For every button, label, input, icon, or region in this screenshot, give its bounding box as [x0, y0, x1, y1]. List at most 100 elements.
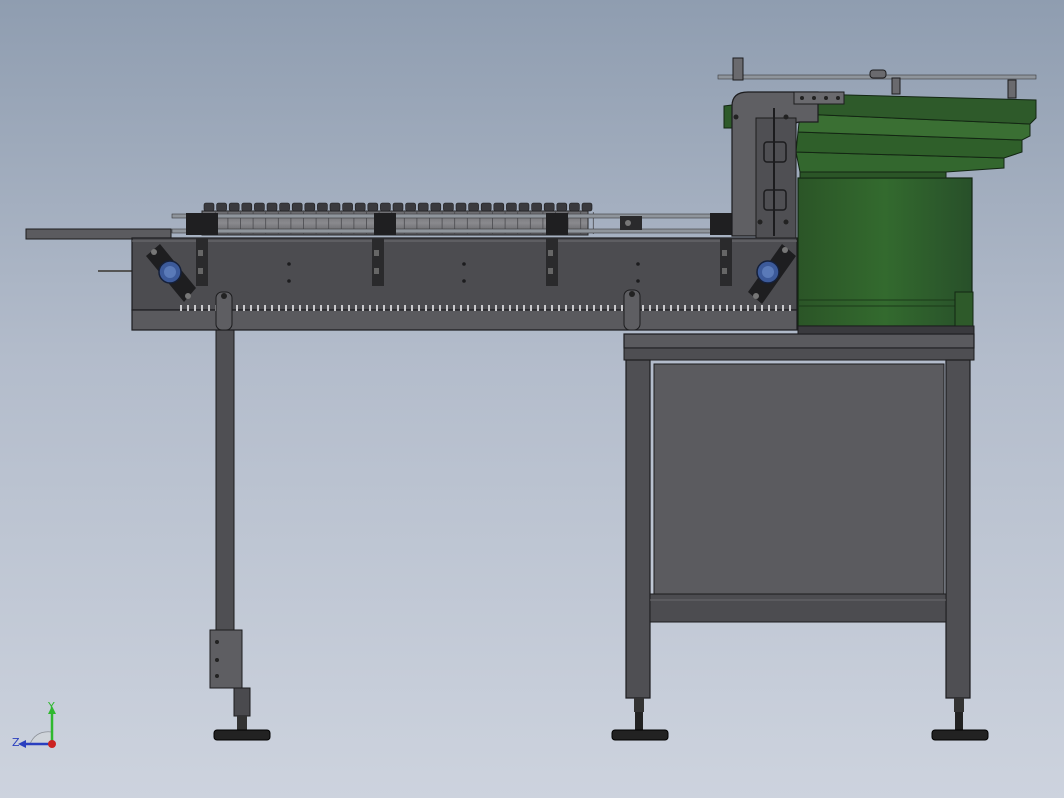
chain-tooth — [495, 305, 497, 311]
chain-tooth — [432, 305, 434, 311]
bottle-cap — [392, 202, 404, 212]
chain-tooth — [488, 305, 490, 311]
chain-tooth — [460, 305, 462, 311]
chain-tooth — [446, 305, 448, 311]
chain-tooth — [642, 305, 644, 311]
chain-tooth — [376, 305, 378, 311]
chain-tooth — [250, 305, 252, 311]
chain-tooth — [740, 305, 742, 311]
chain-tooth — [208, 305, 210, 311]
chain-tooth — [425, 305, 427, 311]
chain-tooth — [621, 305, 623, 311]
chain-tooth — [537, 305, 539, 311]
bottle-cap — [254, 202, 265, 212]
chain-tooth — [775, 305, 777, 311]
bottle-cap — [279, 202, 290, 212]
chain-tooth — [593, 305, 595, 311]
chain-tooth — [236, 305, 238, 311]
chain-tooth — [306, 305, 308, 311]
chain-tooth — [348, 305, 350, 311]
chain-tooth — [544, 305, 546, 311]
chain-tooth — [397, 305, 399, 311]
orientation-triad: Y Z — [12, 700, 56, 749]
chain-tooth — [278, 305, 280, 311]
chain-tooth — [789, 305, 791, 311]
bottle-cap — [581, 202, 593, 212]
chain-tooth — [271, 305, 273, 311]
chain-tooth — [684, 305, 686, 311]
bottle-cap — [480, 202, 492, 212]
chain-tooth — [768, 305, 770, 311]
chain-tooth — [586, 305, 588, 311]
chain-tooth — [670, 305, 672, 311]
chain-tooth — [243, 305, 245, 311]
bottle-caps — [203, 202, 593, 212]
bottle-cap — [354, 202, 366, 212]
chain-tooth — [299, 305, 301, 311]
bottle-cap — [430, 202, 442, 212]
chain-tooth — [481, 305, 483, 311]
chain-tooth — [726, 305, 728, 311]
chain-tooth — [705, 305, 707, 311]
cad-viewport[interactable]: Y Z — [0, 0, 1064, 798]
chain-tooth — [663, 305, 665, 311]
chain-tooth — [607, 305, 609, 311]
bottle-cap — [266, 202, 278, 212]
chain-tooth — [516, 305, 518, 311]
chain-tooth — [201, 305, 203, 311]
bottle-cap — [493, 202, 505, 212]
chain-tooth — [572, 305, 574, 311]
bottle-cap — [304, 202, 316, 212]
chain-tooth — [474, 305, 476, 311]
chain-tooth — [418, 305, 420, 311]
bottle-cap — [241, 202, 253, 212]
bottle-cap — [405, 202, 416, 212]
feeder-stand — [611, 333, 989, 741]
chain-tooth — [194, 305, 196, 311]
chain-tooth — [551, 305, 553, 311]
bottle-cap — [556, 202, 568, 212]
chain-tooth — [502, 305, 504, 311]
chain-tooth — [719, 305, 721, 311]
conveyor-bowl-feeder-model — [25, 57, 1037, 741]
chain-tooth — [614, 305, 616, 311]
chain-tooth — [264, 305, 266, 311]
bottle-cap — [291, 202, 303, 212]
chain-tooth — [439, 305, 441, 311]
chain-tooth — [761, 305, 763, 311]
bottle-cap — [216, 202, 227, 212]
chain-tooth — [656, 305, 658, 311]
chain-tooth — [390, 305, 392, 311]
chain-tooth — [712, 305, 714, 311]
chain-tooth — [691, 305, 693, 311]
bottle-cap — [506, 202, 517, 212]
bottle-cap — [417, 202, 429, 212]
bottle-cap — [543, 202, 555, 212]
bottle-cap — [455, 202, 467, 212]
chain-tooth — [558, 305, 560, 311]
chain-tooth — [369, 305, 371, 311]
y-axis-label: Y — [47, 700, 55, 713]
bottle-cap — [203, 202, 215, 212]
chain-tooth — [180, 305, 182, 311]
chain-tooth — [404, 305, 406, 311]
chain-tooth — [362, 305, 364, 311]
chain-clamp — [623, 289, 641, 331]
bottle-cap — [531, 202, 542, 212]
chain-tooth — [530, 305, 532, 311]
chain-tooth — [383, 305, 385, 311]
chain-tooth — [649, 305, 651, 311]
left-support-leg — [209, 299, 271, 741]
bottle-cap — [443, 202, 454, 212]
bottle-cap — [569, 202, 580, 212]
bottle-cap — [468, 202, 479, 212]
chain-tooth — [285, 305, 287, 311]
chain-clamp — [215, 291, 233, 331]
chain-tooth — [467, 305, 469, 311]
chain-tooth — [782, 305, 784, 311]
chain-tooth — [754, 305, 756, 311]
chain-tooth — [320, 305, 322, 311]
chain-tooth — [600, 305, 602, 311]
chain-tooth — [509, 305, 511, 311]
chain-tooth — [334, 305, 336, 311]
